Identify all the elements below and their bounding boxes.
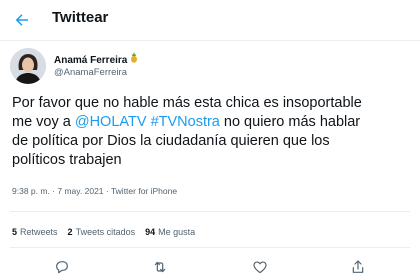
arrow-left-icon (15, 14, 28, 26)
tweet-time[interactable]: 9:38 p. m. (12, 186, 50, 196)
retweets-stat[interactable]: 5 Retweets (12, 227, 58, 237)
tweet-line-2-prefix: me voy a (12, 114, 75, 130)
like-button[interactable] (250, 257, 270, 277)
share-button[interactable] (348, 257, 368, 277)
header: Twittear (0, 0, 420, 41)
retweet-button[interactable] (150, 257, 170, 277)
author-display-name[interactable]: Anamá Ferreira (54, 52, 138, 66)
avatar[interactable] (10, 48, 46, 84)
divider (10, 211, 410, 212)
tweet-actions (0, 256, 420, 278)
tweet-stats: 5 Retweets 2 Tweets citados 94 Me gusta (12, 227, 205, 237)
tweet-line-2: me voy a @HOLATV #TVNostra no quiero más… (12, 113, 412, 132)
author-handle[interactable]: @AnamaFerreira (54, 67, 127, 78)
quotes-count: 2 (67, 227, 73, 237)
likes-label: Me gusta (158, 227, 196, 237)
tweet-line-2-suffix: no quiero más hablar (219, 114, 361, 130)
retweets-label: Retweets (20, 227, 58, 237)
tweet-meta: 9:38 p. m. · 7 may. 2021 · Twitter for i… (12, 186, 177, 196)
tweet-page: Twittear Anamá Ferreira @AnamaFerreira P… (0, 0, 420, 280)
avatar-image (10, 48, 46, 84)
author-name-text: Anamá Ferreira (54, 55, 128, 66)
mention-link[interactable]: @HOLATV (75, 114, 147, 130)
likes-stat[interactable]: 94 Me gusta (145, 227, 195, 237)
divider (10, 247, 410, 248)
reply-button[interactable] (52, 257, 72, 277)
reply-icon (56, 261, 68, 274)
quotes-stat[interactable]: 2 Tweets citados (68, 227, 136, 237)
tweet-line-3: de política por Dios la ciudadanía quier… (12, 133, 330, 149)
pineapple-icon (130, 52, 138, 65)
tweet-date[interactable]: 7 may. 2021 (57, 186, 103, 196)
share-icon (352, 260, 364, 273)
like-icon (253, 261, 267, 274)
likes-count: 94 (145, 227, 156, 237)
tweet-source[interactable]: Twitter for iPhone (111, 186, 177, 196)
tweet-line-4: políticos trabajen (12, 152, 122, 168)
tweet-text: Por favor que no hable más esta chica es… (12, 94, 412, 170)
hashtag-link[interactable]: #TVNostra (151, 114, 220, 130)
back-button[interactable] (10, 8, 34, 32)
meta-separator: · (103, 186, 111, 196)
quotes-label: Tweets citados (75, 227, 136, 237)
page-title: Twittear (52, 9, 109, 26)
retweets-count: 5 (12, 227, 18, 237)
retweet-icon (154, 261, 166, 273)
tweet-line-1: Por favor que no hable más esta chica es… (12, 95, 362, 111)
